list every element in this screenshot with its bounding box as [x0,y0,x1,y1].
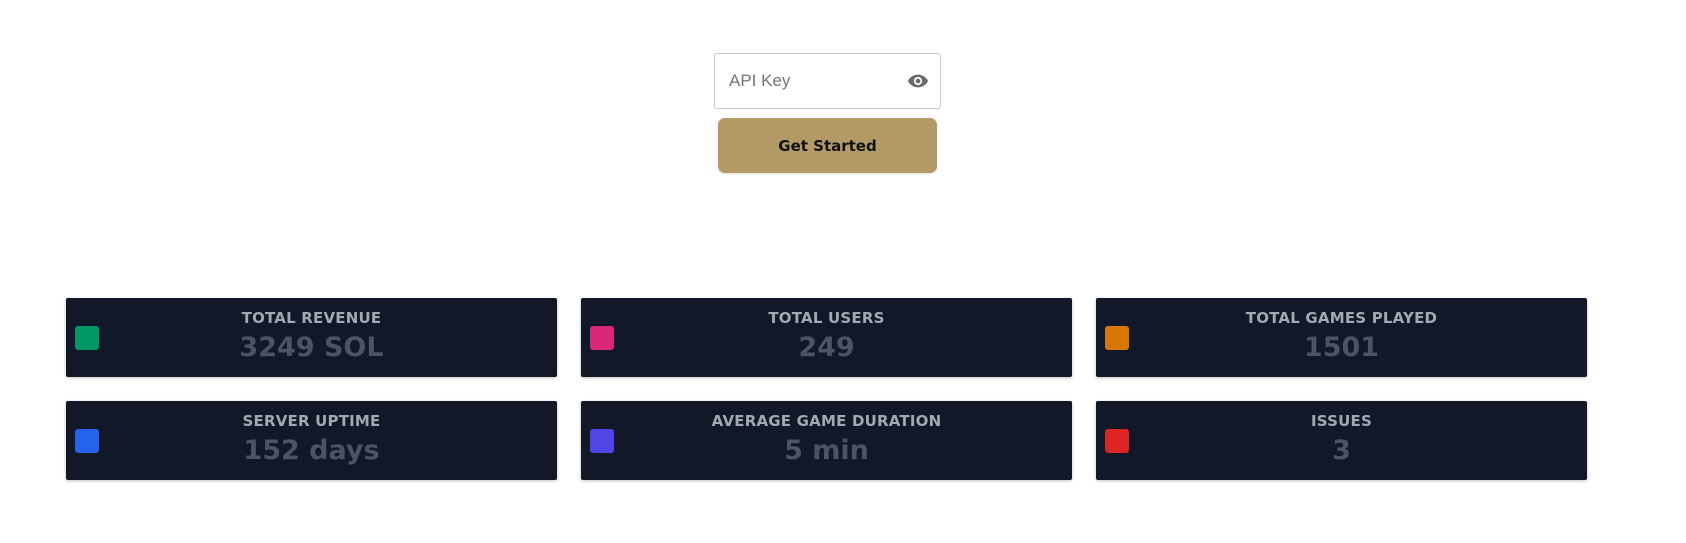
stat-title: AVERAGE GAME DURATION [711,412,942,430]
eye-icon[interactable] [906,69,930,93]
auth-form: Get Started [714,53,941,173]
stat-value: 3 [1332,435,1351,466]
api-key-field-wrapper [714,53,941,109]
get-started-button[interactable]: Get Started [718,118,937,173]
stat-value: 5 min [784,435,869,466]
stat-title: TOTAL REVENUE [241,309,382,327]
stat-value: 1501 [1303,332,1380,363]
stat-card-total-games-played: TOTAL GAMES PLAYED 1501 [1096,298,1587,377]
stats-grid: TOTAL REVENUE 3249 SOL TOTAL USERS 249 T… [66,298,1587,480]
stat-value: 3249 SOL [239,332,384,363]
stat-value: 152 days [243,435,380,466]
stat-card-issues: ISSUES 3 [1096,401,1587,480]
stat-title: ISSUES [1311,412,1372,430]
stat-card-total-users: TOTAL USERS 249 [581,298,1072,377]
stat-card-total-revenue: TOTAL REVENUE 3249 SOL [66,298,557,377]
stat-value: 249 [798,332,855,363]
stat-card-average-game-duration: AVERAGE GAME DURATION 5 min [581,401,1072,480]
stat-card-server-uptime: SERVER UPTIME 152 days [66,401,557,480]
stat-title: TOTAL USERS [768,309,885,327]
stat-title: TOTAL GAMES PLAYED [1245,309,1438,327]
stat-title: SERVER UPTIME [242,412,381,430]
